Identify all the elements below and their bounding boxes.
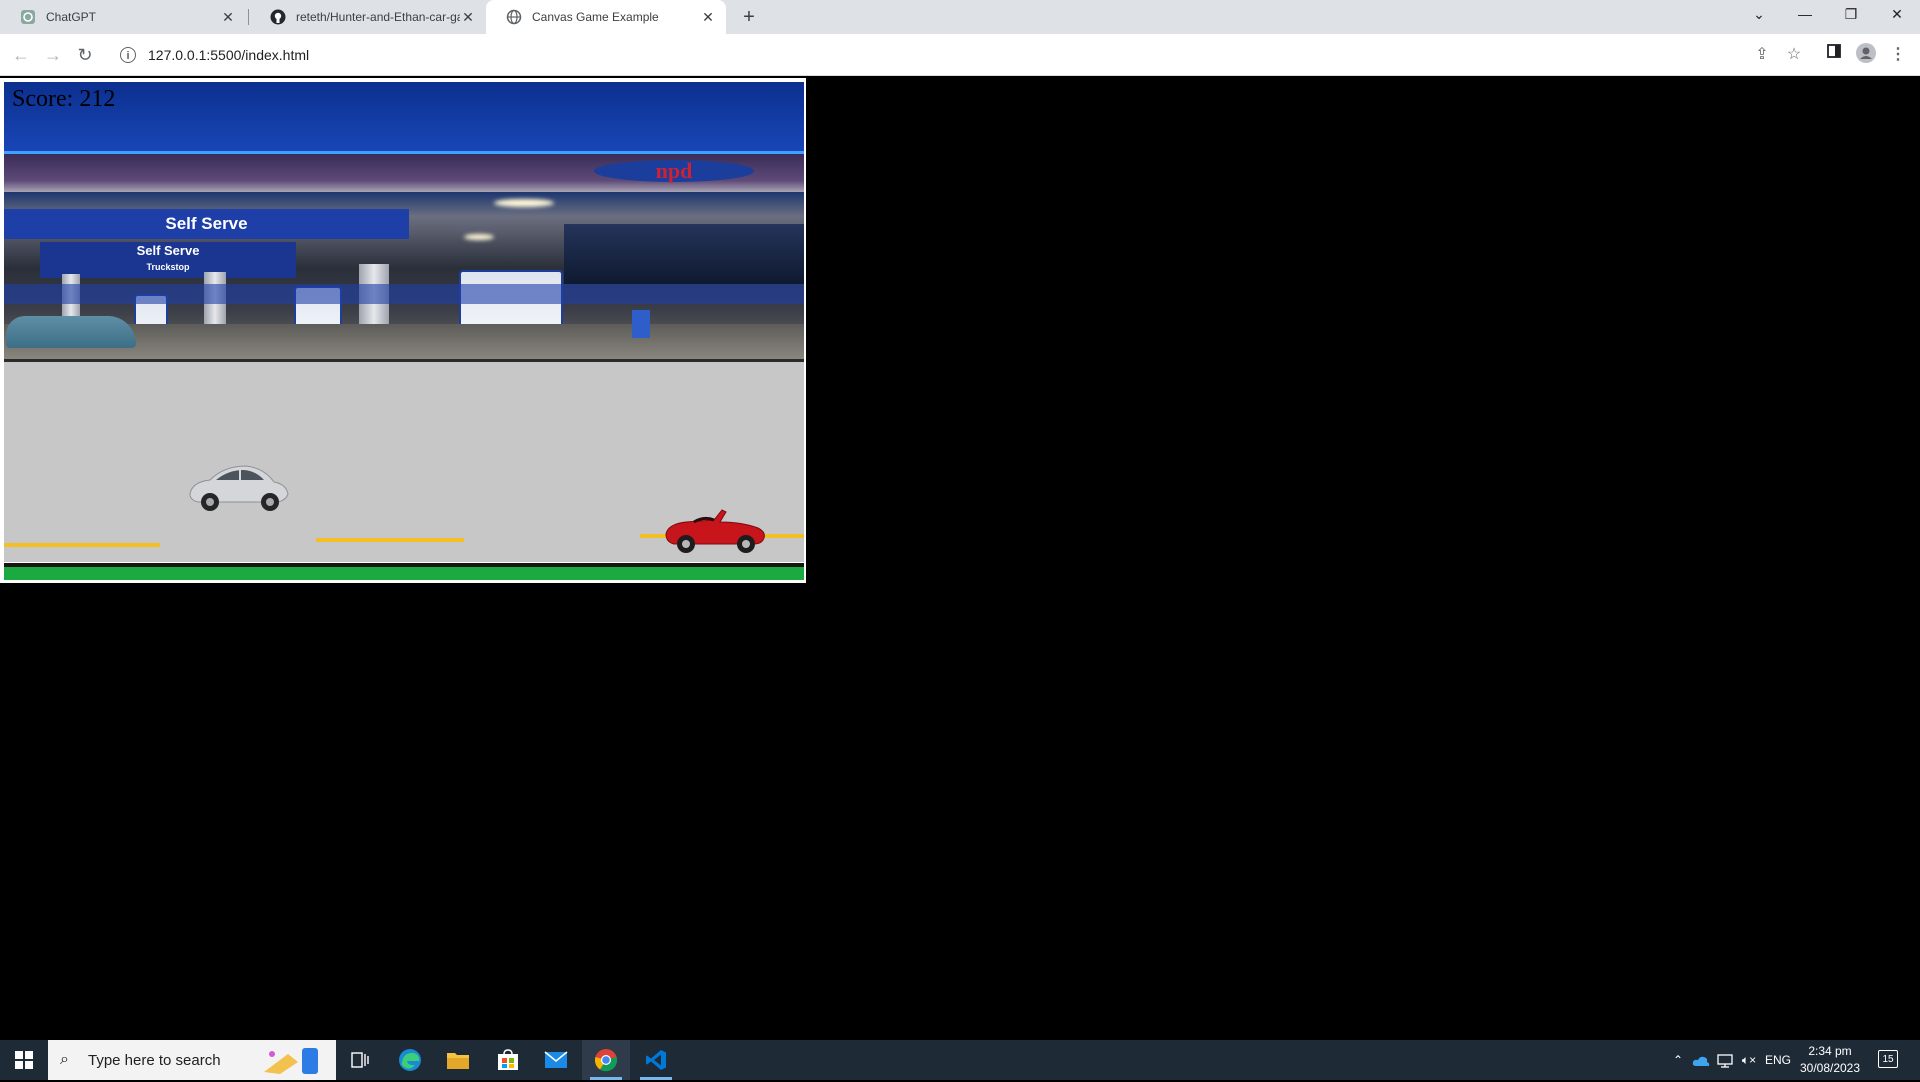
chrome-icon[interactable] (582, 1040, 630, 1080)
search-icon: ⌕ (60, 1051, 69, 1068)
mail-icon[interactable] (532, 1040, 580, 1080)
address-bar[interactable]: i 127.0.0.1:5500/index.html (108, 39, 1748, 71)
tab-search-icon[interactable]: ⌄ (1736, 0, 1782, 28)
tab-github[interactable]: reteth/Hunter-and-Ethan-car-gar ✕ (250, 0, 486, 34)
share-icon[interactable]: ⇪ (1750, 43, 1774, 67)
taskbar-clock[interactable]: 2:34 pm 30/08/2023 (1790, 1043, 1870, 1077)
sign-line: Self Serve (136, 243, 200, 258)
back-button[interactable]: ← (9, 43, 33, 67)
taskbar: ⌕ Type here to search ⌃ 🔈︎× ENG 2:34 pm … (0, 1040, 1920, 1080)
tab-canvas-game[interactable]: Canvas Game Example ✕ (486, 0, 726, 34)
file-explorer-icon[interactable] (434, 1040, 482, 1080)
blue-stripe (4, 284, 804, 304)
sky-band (4, 82, 804, 154)
clock-date: 30/08/2023 (1799, 1061, 1861, 1075)
profile-avatar-icon[interactable] (1854, 43, 1878, 67)
lane-marking (316, 538, 464, 542)
store-icon[interactable] (484, 1040, 532, 1080)
notification-center-icon[interactable]: 15 (1878, 1050, 1898, 1068)
close-tab-icon[interactable]: ✕ (220, 9, 236, 25)
tab-chatgpt[interactable]: ChatGPT ✕ (0, 0, 246, 34)
reload-button[interactable]: ↻ (73, 43, 97, 67)
score-text: Score: 212 (12, 86, 116, 112)
chatgpt-icon (20, 9, 36, 25)
clock-time: 2:34 pm (1808, 1044, 1852, 1058)
task-view-icon[interactable] (336, 1040, 384, 1080)
night-trees (564, 224, 804, 284)
close-window-button[interactable]: ✕ (1874, 0, 1920, 28)
self-serve-sub-sign: Self Serve Truckstop (40, 242, 296, 278)
tab-strip: ChatGPT ✕ reteth/Hunter-and-Ethan-car-ga… (0, 0, 1920, 34)
github-icon (270, 9, 286, 25)
self-serve-sign: Self Serve (4, 209, 409, 239)
volume-muted-icon[interactable]: 🔈︎× (1738, 1040, 1760, 1080)
network-icon[interactable] (1714, 1040, 1736, 1080)
edge-icon[interactable] (386, 1040, 434, 1080)
gas-station-background: npd Self Serve Self Serve Truckstop (4, 154, 804, 362)
forward-button[interactable]: → (41, 43, 65, 67)
canopy-light (494, 199, 554, 207)
search-highlight-icon (258, 1044, 328, 1082)
site-info-icon[interactable]: i (120, 47, 136, 63)
close-tab-icon[interactable]: ✕ (700, 9, 716, 25)
grass-strip (4, 567, 804, 580)
tab-separator (248, 9, 249, 25)
obstacle-car (186, 460, 290, 517)
menu-kebab-icon[interactable]: ⋮ (1886, 43, 1910, 67)
lane-marking (4, 543, 160, 547)
tray-overflow-icon[interactable]: ⌃ (1668, 1040, 1688, 1080)
start-button[interactable] (0, 1040, 48, 1080)
globe-icon (506, 9, 522, 25)
new-tab-button[interactable]: + (738, 6, 760, 28)
restore-button[interactable]: ❐ (1828, 0, 1874, 28)
tab-title: ChatGPT (46, 10, 97, 24)
minimize-button[interactable]: — (1782, 0, 1828, 28)
vscode-icon[interactable] (632, 1040, 680, 1080)
parked-car (6, 316, 136, 348)
url-text: 127.0.0.1:5500/index.html (148, 47, 310, 63)
windows-icon (15, 1051, 33, 1069)
tab-title: Canvas Game Example (532, 10, 659, 24)
blue-canister (632, 310, 650, 338)
onedrive-icon[interactable] (1690, 1040, 1712, 1080)
taskbar-search-input[interactable]: ⌕ Type here to search (48, 1040, 336, 1080)
player-car-sprite (664, 504, 768, 559)
bookmark-star-icon[interactable]: ☆ (1782, 43, 1806, 67)
brand-sign: npd (594, 160, 754, 182)
sign-line: Truckstop (146, 262, 190, 272)
search-placeholder: Type here to search (88, 1051, 221, 1069)
tab-title: reteth/Hunter-and-Ethan-car-gar (296, 10, 460, 24)
canopy-light (464, 234, 494, 240)
side-panel-icon[interactable] (1822, 43, 1846, 67)
browser-toolbar: ← → ↻ i 127.0.0.1:5500/index.html ⇪ ☆ ⋮ (0, 34, 1920, 76)
close-tab-icon[interactable]: ✕ (460, 9, 476, 25)
